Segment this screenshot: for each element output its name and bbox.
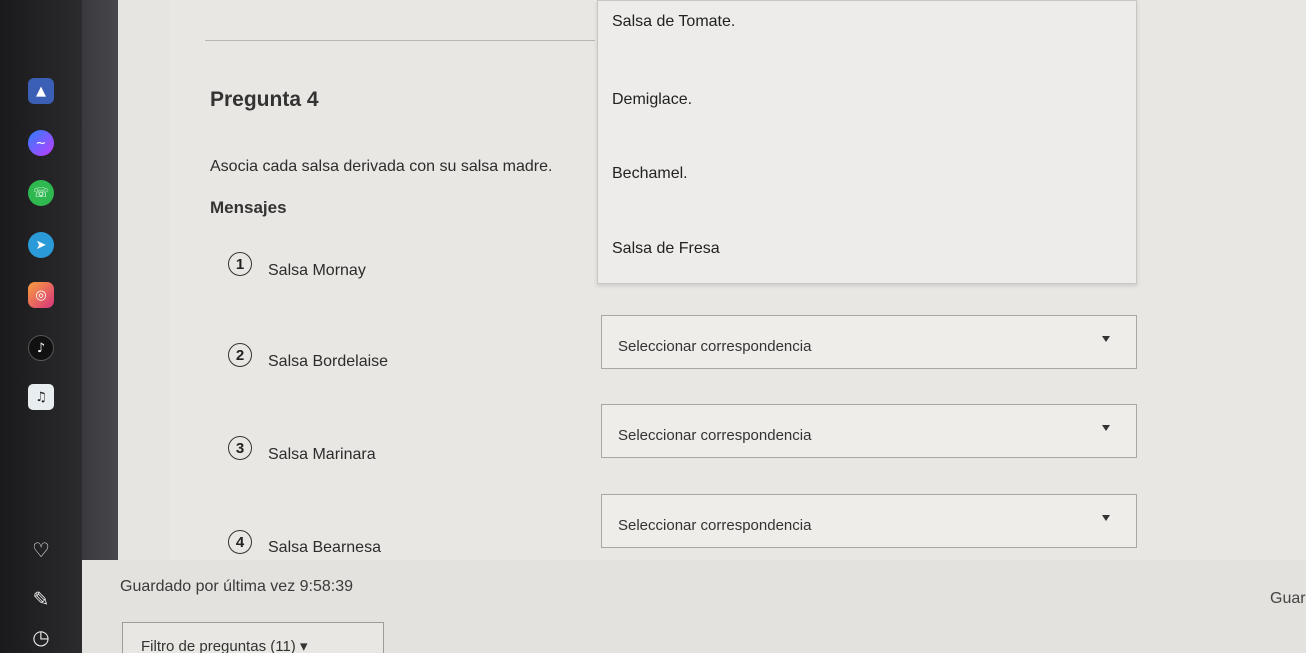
item-number-2: 2	[228, 343, 252, 367]
match-select-2[interactable]: Seleccionar correspondencia	[601, 315, 1137, 369]
edit-icon[interactable]: ✎	[28, 586, 54, 612]
whatsapp-icon[interactable]: ☏	[28, 180, 54, 206]
dropdown-option[interactable]: Salsa de Fresa	[612, 240, 720, 258]
heart-icon[interactable]: ♡	[28, 537, 54, 563]
filter-label: Filtro de preguntas (11) ▾	[141, 638, 308, 653]
telegram-icon[interactable]: ➤	[28, 232, 54, 258]
divider	[205, 40, 595, 41]
dropdown-option[interactable]: Demiglace.	[612, 91, 692, 109]
item-label-4: Salsa Bearnesa	[268, 539, 381, 556]
item-number-1: 1	[228, 252, 252, 276]
music-icon[interactable]: ♫	[28, 384, 54, 410]
section-label: Mensajes	[210, 198, 287, 217]
dropdown-option[interactable]: Salsa de Tomate.	[612, 13, 735, 31]
last-saved-status: Guardado por última vez 9:58:39	[120, 578, 354, 595]
item-number-4: 4	[228, 530, 252, 554]
chevron-down-icon	[1102, 336, 1110, 342]
clock-icon[interactable]: ◷	[28, 624, 54, 650]
save-button[interactable]: Guar	[1270, 590, 1306, 608]
question-filter-button[interactable]: Filtro de preguntas (11) ▾	[122, 622, 384, 653]
chevron-down-icon	[1102, 515, 1110, 521]
chevron-down-icon	[1102, 425, 1110, 431]
item-label-2: Salsa Bordelaise	[268, 353, 389, 370]
item-number-3: 3	[228, 436, 252, 460]
select-value: Seleccionar correspondencia	[618, 338, 812, 355]
instagram-icon[interactable]: ◎	[28, 282, 54, 308]
match-select-4[interactable]: Seleccionar correspondencia	[601, 494, 1137, 548]
question-instruction: Asocia cada salsa derivada con su salsa …	[210, 158, 553, 175]
select-value: Seleccionar correspondencia	[618, 517, 812, 534]
match-select-3[interactable]: Seleccionar correspondencia	[601, 404, 1137, 458]
dropdown-list: Salsa de Tomate. Demiglace. Bechamel. Sa…	[597, 0, 1137, 284]
item-label-3: Salsa Marinara	[268, 446, 376, 463]
item-label-1: Salsa Mornay	[268, 262, 366, 279]
select-value: Seleccionar correspondencia	[618, 427, 812, 444]
messenger-icon[interactable]: ~	[28, 130, 54, 156]
app-launcher-icon[interactable]: ▲	[28, 78, 54, 104]
os-sidebar: ▲ ~ ☏ ➤ ◎ ♪ ♫ ♡ ✎ ◷	[0, 0, 82, 653]
question-title: Pregunta 4	[210, 88, 319, 111]
dropdown-option[interactable]: Bechamel.	[612, 165, 688, 183]
tiktok-icon[interactable]: ♪	[28, 335, 54, 361]
